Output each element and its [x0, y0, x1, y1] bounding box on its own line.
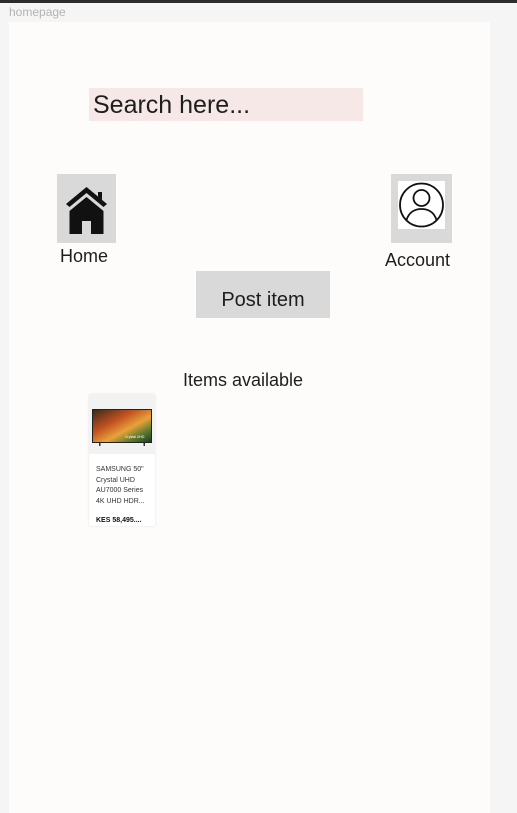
home-label: Home: [60, 246, 109, 266]
user-circle-icon: [398, 181, 445, 229]
post-item-button[interactable]: Post item: [196, 271, 330, 318]
account-label: Account: [385, 250, 451, 270]
frame-label: homepage: [9, 5, 66, 19]
product-name: SAMSUNG 50" Crystal UHD AU7000 Series 4K…: [96, 466, 145, 505]
top-bar: [0, 0, 517, 3]
product-price: KES 58,495....: [96, 517, 142, 524]
items-heading: Items available: [183, 370, 304, 390]
homepage-frame: [9, 22, 490, 813]
product-image-badge: Crystal UHD: [125, 435, 145, 439]
product-image: [92, 409, 152, 446]
account-button[interactable]: [391, 174, 452, 243]
product-image-area: Crystal UHD: [89, 394, 155, 454]
home-button[interactable]: [57, 174, 116, 243]
home-icon: [66, 187, 107, 234]
search-input[interactable]: Search here...: [89, 88, 363, 121]
